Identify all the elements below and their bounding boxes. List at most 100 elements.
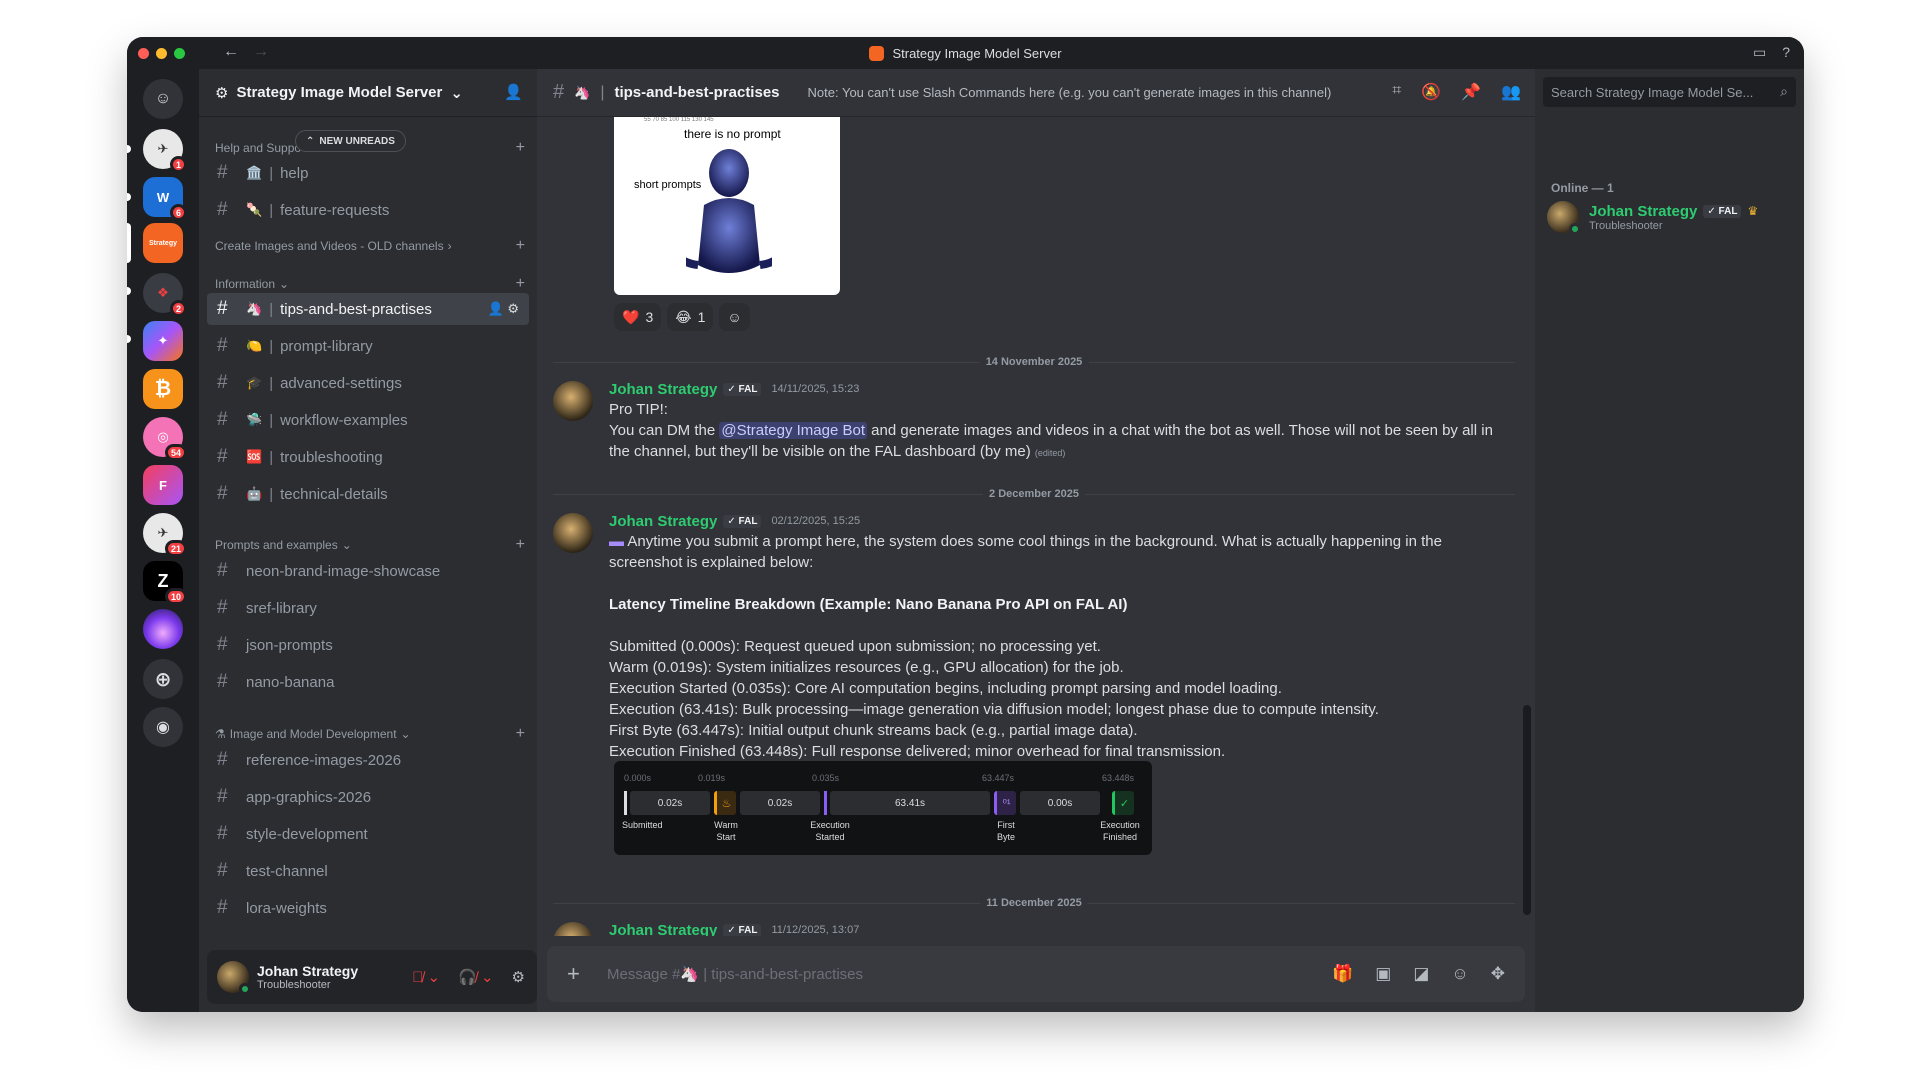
flask-icon: ⚗ [215,727,226,741]
channel-feature-requests[interactable]: # 🍡 | feature-requests [207,194,529,226]
chevron-right-icon: › [447,239,452,253]
server-1[interactable]: ✈ 1 [143,129,187,173]
avatar[interactable] [553,381,593,421]
channel-style-development[interactable]: # style-development [207,818,529,850]
chevron-down-icon: ⌄ [279,277,290,291]
channel-tips-and-best-practises[interactable]: # 🦄 | tips-and-best-practises 👤 ⚙ [207,293,529,325]
chevron-up-icon: ⌃ [306,135,315,147]
reactions-row: ❤️ 3 😂 1 ☺ [614,303,750,331]
member-list: Search Strategy Image Model Se... ⌕ Onli… [1535,69,1804,1012]
server-bitcoin[interactable]: ₿ [143,369,183,409]
unicorn-icon: 🦄 [574,84,591,100]
channel-test-channel[interactable]: # test-channel [207,855,529,887]
avatar[interactable] [217,961,251,995]
title-bar: ← → Strategy Image Model Server ▭ ? [127,37,1804,69]
server-9[interactable]: ✈ 21 [143,513,187,557]
message-input[interactable] [607,965,1167,983]
channel-sidebar: ⚙ Strategy Image Model Server ⌄ 👤 Help a… [199,69,537,1012]
server-10[interactable]: Z 10 [143,561,187,605]
channel-sref-library[interactable]: # sref-library [207,592,529,624]
inbox-icon[interactable]: ▭ [1753,44,1766,61]
avatar[interactable] [553,513,593,553]
channel-prompt-library[interactable]: # 🍋 | prompt-library [207,330,529,362]
add-server-button[interactable]: ⊕ [143,659,183,699]
channel-workflow-examples[interactable]: # 🛸 | workflow-examples [207,404,529,436]
notification-bell-muted-icon[interactable]: 🔕 [1421,82,1441,102]
channel-settings-icons[interactable]: 👤 ⚙ [488,301,519,317]
discord-home-icon[interactable]: ☺ [143,79,183,119]
role-tag: ✓ FAL [723,923,762,936]
attach-plus-icon[interactable]: + [567,961,607,987]
threads-icon[interactable]: ⌗ [1392,82,1401,102]
add-channel-icon[interactable]: + [516,139,525,157]
add-reaction-smiley-icon: ☺ [727,309,742,325]
scrollbar[interactable] [1523,705,1531,915]
user-settings-gear-icon[interactable]: ⚙ [512,968,525,986]
author-name[interactable]: Johan Strategy [609,381,717,398]
channel-app-graphics-2026[interactable]: # app-graphics-2026 [207,781,529,813]
date-divider: 11 December 2025 [553,897,1515,909]
window-title: Strategy Image Model Server [127,37,1804,69]
server-8[interactable]: F [143,465,183,505]
gif-icon[interactable]: ▣ [1375,964,1391,984]
channel-lora-weights[interactable]: # lora-weights [207,892,529,924]
server-header[interactable]: ⚙ Strategy Image Model Server ⌄ 👤 [199,69,537,117]
author-name[interactable]: Johan Strategy [609,922,717,937]
gift-icon[interactable]: 🎁 [1332,964,1353,984]
sticker-icon[interactable]: ◪ [1413,964,1429,984]
channel-troubleshooting[interactable]: # 🆘 | troubleshooting [207,441,529,473]
server-2[interactable]: W6 [143,177,187,221]
channel-reference-images-2026[interactable]: # reference-images-2026 [207,744,529,776]
date-divider: 2 December 2025 [553,488,1515,500]
online-status-dot [1569,223,1581,235]
invite-people-icon[interactable]: 👤 [504,83,523,101]
add-channel-icon[interactable]: + [516,275,525,293]
server-strategy[interactable]: Strategy [143,223,183,263]
add-channel-icon[interactable]: + [516,237,525,255]
channel-neon-brand-image-showcase[interactable]: # neon-brand-image-showcase [207,555,529,587]
server-4[interactable]: ❖ 2 [143,273,187,317]
add-channel-icon[interactable]: + [516,536,525,554]
message: Johan Strategy ✓ FAL 14/11/2025, 15:23 P… [553,379,1505,464]
author-name[interactable]: Johan Strategy [609,513,717,530]
help-icon[interactable]: ? [1782,44,1790,61]
role-tag: ✓ FAL [723,382,762,396]
emoji-icon: ▬ [609,533,624,550]
add-channel-icon[interactable]: + [516,725,525,743]
emoji-picker-icon[interactable]: ☺ [1451,964,1468,984]
discover-icon[interactable]: ◉ [143,707,183,747]
role-tag: ✓ FAL [1703,204,1742,218]
server-11[interactable] [143,609,183,649]
deafen-headphones-icon[interactable]: 🎧̸ ⌄ [458,968,493,986]
category-image-model-development[interactable]: ⚗ Image and Model Development ⌄ + [215,725,525,743]
user-mention[interactable]: @Strategy Image Bot [719,422,867,439]
avatar[interactable] [553,922,593,936]
member-list-icon[interactable]: 👥 [1501,82,1521,102]
channel-advanced-settings[interactable]: # 🎓 | advanced-settings [207,367,529,399]
new-unreads-button[interactable]: ⌃ NEW UNREADS [295,130,406,152]
search-input[interactable]: Search Strategy Image Model Se... ⌕ [1543,77,1796,107]
submitted-marker [624,791,627,815]
category-prompts-and-examples[interactable]: Prompts and examples ⌄ + [215,536,525,554]
server-7[interactable]: ◎ 54 [143,417,187,461]
latency-timeline-image[interactable]: 0.000s 0.019s 0.035s 63.447s 63.448s 0.0… [614,761,1152,855]
channel-technical-details[interactable]: # 🤖 | technical-details [207,478,529,510]
server-5[interactable]: ✦ [143,321,183,361]
channel-help[interactable]: # 🏛️ | help [207,157,529,189]
avatar [1547,201,1581,235]
message-list[interactable]: 55 70 85 100 115 130 145 there is no pro… [537,117,1535,936]
pinned-messages-icon[interactable]: 📌 [1461,82,1481,102]
apps-icon[interactable]: ✥ [1491,964,1505,984]
member-item[interactable]: Johan Strategy ✓ FAL ♛ Troubleshooter [1547,201,1759,235]
mute-mic-icon[interactable]: 🎙̸ ⌄ [412,968,440,986]
reaction-heart[interactable]: ❤️ 3 [614,303,662,331]
channel-json-prompts[interactable]: # json-prompts [207,629,529,661]
category-create-images-old[interactable]: Create Images and Videos - OLD channels ›… [215,237,525,255]
image-attachment[interactable]: 55 70 85 100 115 130 145 there is no pro… [614,117,840,295]
crown-icon: ♛ [1747,204,1759,218]
add-reaction-button[interactable]: ☺ [719,303,750,331]
reaction-laugh[interactable]: 😂 1 [667,303,714,331]
channel-nano-banana[interactable]: # nano-banana [207,666,529,698]
channel-topbar: # 🦄 | tips-and-best-practises Note: You … [537,69,1535,117]
category-information[interactable]: Information ⌄ + [215,275,525,293]
